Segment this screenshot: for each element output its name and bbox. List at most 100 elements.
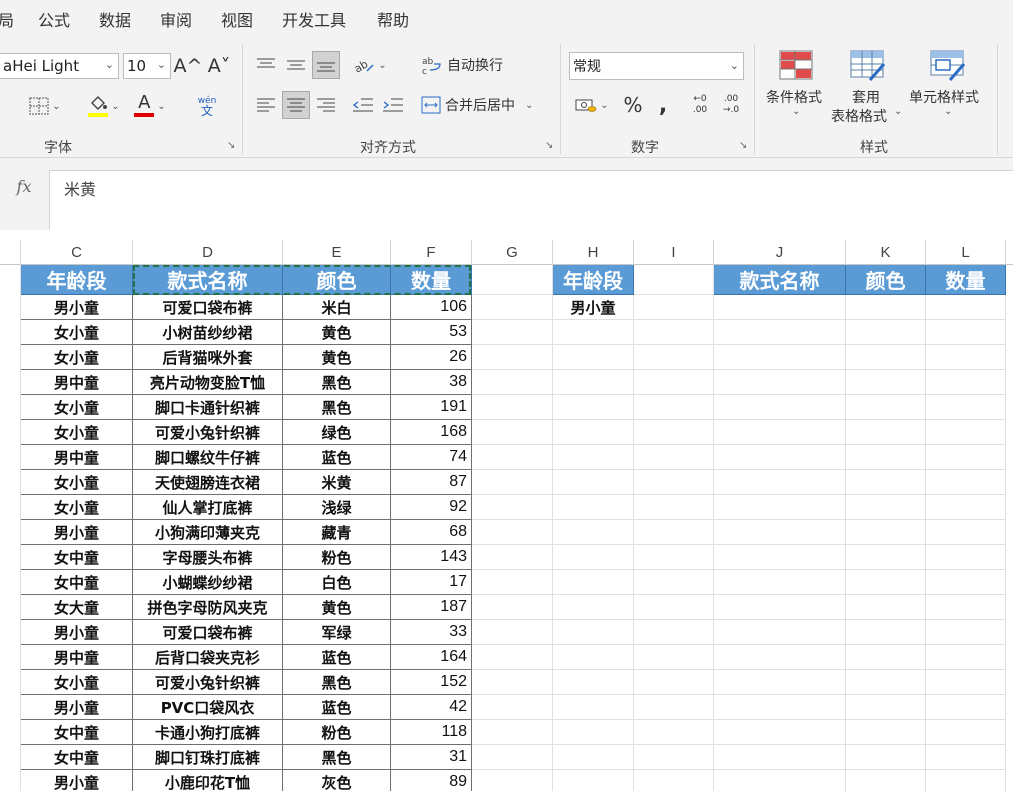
empty-cell[interactable] bbox=[846, 445, 926, 470]
empty-cell[interactable] bbox=[846, 770, 926, 791]
empty-cell[interactable] bbox=[472, 370, 553, 395]
empty-cell[interactable] bbox=[472, 570, 553, 595]
decrease-indent-button[interactable] bbox=[350, 92, 376, 118]
table-cell[interactable]: 女小童 bbox=[21, 420, 133, 445]
empty-cell[interactable] bbox=[926, 545, 1006, 570]
empty-cell[interactable] bbox=[553, 745, 634, 770]
table-header-cell[interactable]: 颜色 bbox=[283, 265, 391, 295]
table-cell[interactable]: 143 bbox=[391, 545, 472, 570]
table-cell[interactable]: 女中童 bbox=[21, 570, 133, 595]
empty-cell[interactable] bbox=[634, 495, 714, 520]
dialog-launcher-icon[interactable]: ↘ bbox=[739, 140, 747, 151]
table-cell[interactable]: 168 bbox=[391, 420, 472, 445]
empty-cell[interactable] bbox=[634, 695, 714, 720]
align-left-button[interactable] bbox=[253, 92, 279, 118]
empty-cell[interactable] bbox=[634, 720, 714, 745]
empty-cell[interactable] bbox=[846, 545, 926, 570]
empty-cell[interactable] bbox=[846, 470, 926, 495]
column-header-l[interactable]: L bbox=[926, 240, 1006, 265]
table-header-cell[interactable]: 年龄段 bbox=[21, 265, 133, 295]
table-cell[interactable]: 74 bbox=[391, 445, 472, 470]
menu-help[interactable]: 帮助 bbox=[377, 7, 409, 31]
decrease-font-size-button[interactable]: A˅ bbox=[206, 53, 232, 79]
orientation-button[interactable]: ab ⌄ bbox=[350, 52, 390, 78]
empty-cell[interactable] bbox=[714, 745, 846, 770]
empty-cell[interactable] bbox=[926, 770, 1006, 791]
empty-cell[interactable] bbox=[634, 265, 714, 295]
result-header-cell[interactable]: 款式名称 bbox=[714, 265, 846, 295]
table-cell[interactable]: 男小童 bbox=[21, 520, 133, 545]
empty-cell[interactable] bbox=[846, 295, 926, 320]
empty-cell[interactable] bbox=[926, 695, 1006, 720]
empty-cell[interactable] bbox=[472, 670, 553, 695]
table-cell[interactable]: 米白 bbox=[283, 295, 391, 320]
empty-cell[interactable] bbox=[846, 570, 926, 595]
empty-cell[interactable] bbox=[472, 745, 553, 770]
table-cell[interactable]: 仙人掌打底裤 bbox=[133, 495, 283, 520]
empty-cell[interactable] bbox=[714, 620, 846, 645]
empty-cell[interactable] bbox=[634, 445, 714, 470]
empty-cell[interactable] bbox=[472, 595, 553, 620]
empty-cell[interactable] bbox=[846, 420, 926, 445]
table-cell[interactable]: 黑色 bbox=[283, 370, 391, 395]
empty-cell[interactable] bbox=[846, 345, 926, 370]
menu-review[interactable]: 审阅 bbox=[160, 7, 192, 31]
comma-style-button[interactable]: , bbox=[652, 92, 674, 118]
table-cell[interactable]: 191 bbox=[391, 395, 472, 420]
table-cell[interactable]: 女中童 bbox=[21, 545, 133, 570]
align-center-button[interactable] bbox=[282, 91, 310, 119]
empty-cell[interactable] bbox=[634, 470, 714, 495]
empty-cell[interactable] bbox=[926, 570, 1006, 595]
table-cell[interactable]: 脚口螺纹牛仔裤 bbox=[133, 445, 283, 470]
empty-cell[interactable] bbox=[714, 395, 846, 420]
empty-cell[interactable] bbox=[846, 520, 926, 545]
table-cell[interactable]: 小鹿印花T恤 bbox=[133, 770, 283, 791]
column-header-k[interactable]: K bbox=[846, 240, 926, 265]
empty-cell[interactable] bbox=[634, 645, 714, 670]
result-header-cell[interactable]: 数量 bbox=[926, 265, 1006, 295]
table-cell[interactable]: 粉色 bbox=[283, 545, 391, 570]
table-cell[interactable]: 可爱小兔针织裤 bbox=[133, 670, 283, 695]
table-cell[interactable]: 米黄 bbox=[283, 470, 391, 495]
font-size-select[interactable]: 10 ⌄ bbox=[123, 53, 171, 79]
empty-cell[interactable] bbox=[926, 370, 1006, 395]
empty-cell[interactable] bbox=[926, 470, 1006, 495]
empty-cell[interactable] bbox=[714, 645, 846, 670]
empty-cell[interactable] bbox=[472, 520, 553, 545]
align-middle-button[interactable] bbox=[283, 52, 309, 78]
empty-cell[interactable] bbox=[846, 670, 926, 695]
worksheet-grid[interactable]: 年龄段 款式名称 颜色 数量 年龄段 款式名称 颜色 数量 男小童 可爱口袋布裤 米白 106 男小童女… bbox=[0, 265, 1013, 791]
table-cell[interactable]: 男中童 bbox=[21, 370, 133, 395]
table-cell[interactable]: 后背口袋夹克衫 bbox=[133, 645, 283, 670]
table-cell[interactable]: 可爱小兔针织裤 bbox=[133, 420, 283, 445]
empty-cell[interactable] bbox=[714, 695, 846, 720]
empty-cell[interactable] bbox=[926, 495, 1006, 520]
empty-cell[interactable] bbox=[714, 320, 846, 345]
table-cell[interactable]: 女大童 bbox=[21, 595, 133, 620]
empty-cell[interactable] bbox=[472, 470, 553, 495]
empty-cell[interactable] bbox=[634, 395, 714, 420]
empty-cell[interactable] bbox=[553, 470, 634, 495]
conditional-formatting-button[interactable]: 条件格式 ⌄ bbox=[760, 46, 832, 132]
empty-cell[interactable] bbox=[846, 370, 926, 395]
empty-cell[interactable] bbox=[846, 745, 926, 770]
criteria-header-cell[interactable]: 年龄段 bbox=[553, 265, 634, 295]
empty-cell[interactable] bbox=[472, 445, 553, 470]
table-cell[interactable]: 164 bbox=[391, 645, 472, 670]
table-cell[interactable]: 字母腰头布裤 bbox=[133, 545, 283, 570]
empty-cell[interactable] bbox=[472, 645, 553, 670]
format-as-table-button[interactable]: 套用 表格格式 ⌄ bbox=[828, 46, 910, 132]
table-cell[interactable]: 可爱口袋布裤 bbox=[133, 295, 283, 320]
formula-input[interactable]: 米黄 bbox=[49, 170, 1013, 230]
empty-cell[interactable] bbox=[553, 695, 634, 720]
table-cell[interactable]: 蓝色 bbox=[283, 645, 391, 670]
table-cell[interactable]: 38 bbox=[391, 370, 472, 395]
table-cell[interactable]: 白色 bbox=[283, 570, 391, 595]
menu-developer[interactable]: 开发工具 bbox=[282, 7, 346, 31]
table-cell[interactable]: PVC口袋风衣 bbox=[133, 695, 283, 720]
empty-cell[interactable] bbox=[634, 620, 714, 645]
empty-cell[interactable] bbox=[634, 370, 714, 395]
empty-cell[interactable] bbox=[714, 370, 846, 395]
column-header-e[interactable]: E bbox=[283, 240, 391, 265]
empty-cell[interactable] bbox=[472, 620, 553, 645]
